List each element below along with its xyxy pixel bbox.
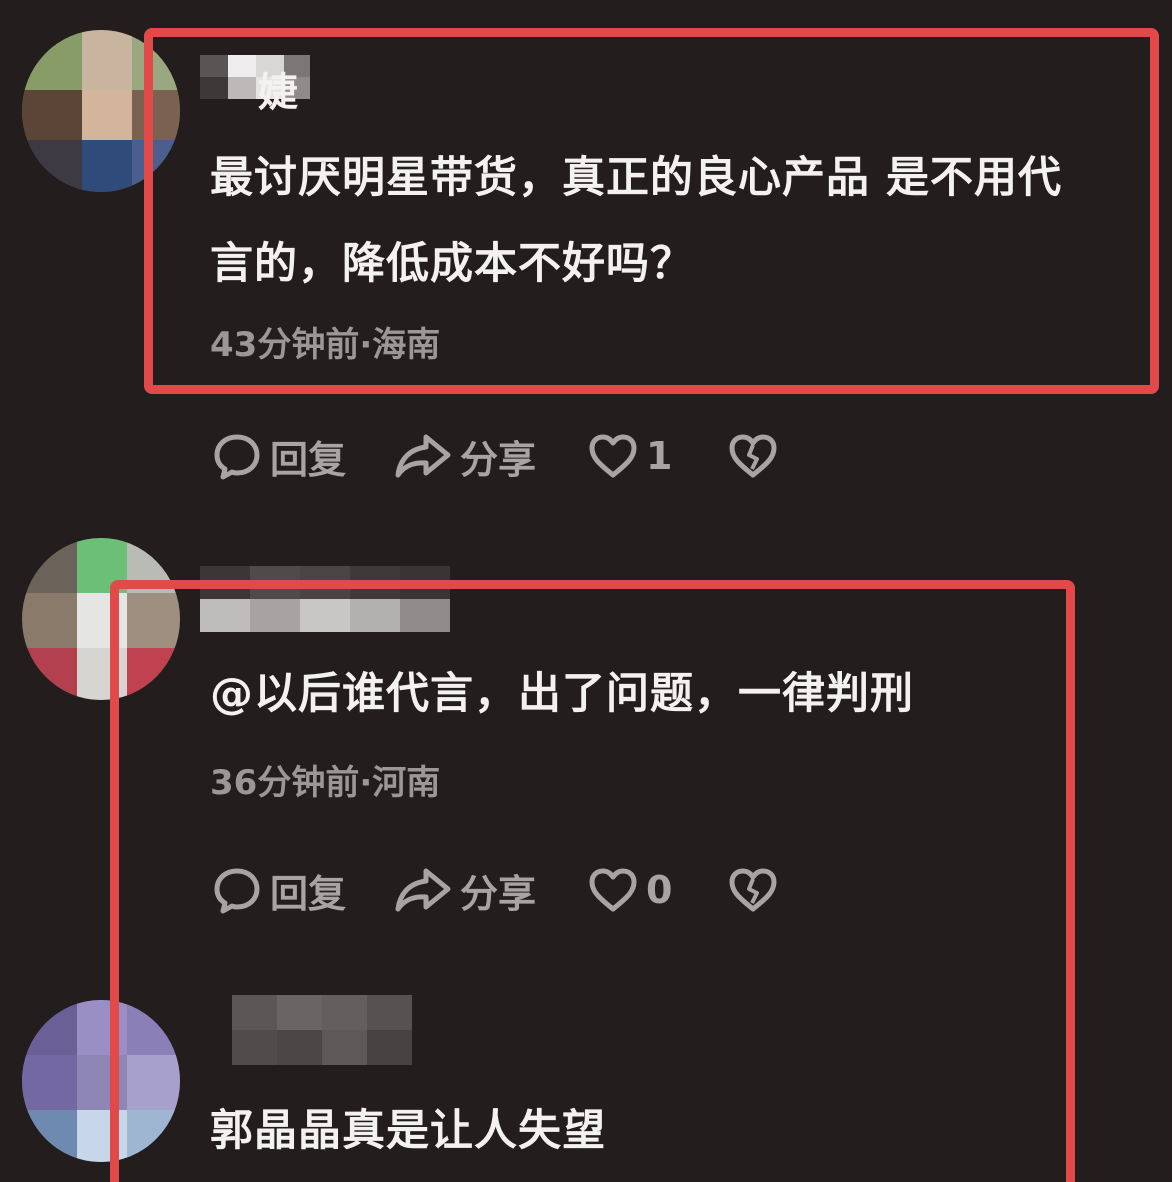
share-arrow-icon xyxy=(394,431,452,481)
heart-icon xyxy=(588,433,638,479)
comment-actions: 回复 分享 1 xyxy=(212,426,778,486)
like-button[interactable]: 1 xyxy=(588,433,672,479)
share-button[interactable]: 分享 xyxy=(394,429,536,484)
reply-button[interactable]: 回复 xyxy=(212,429,346,484)
highlight-box xyxy=(110,580,1075,1182)
reply-label: 回复 xyxy=(270,437,347,482)
highlight-box xyxy=(144,28,1159,394)
dislike-button[interactable] xyxy=(728,433,778,479)
share-label: 分享 xyxy=(460,437,537,482)
reply-bubble-icon xyxy=(212,431,262,481)
broken-heart-icon xyxy=(728,433,778,479)
like-count: 1 xyxy=(646,434,673,478)
